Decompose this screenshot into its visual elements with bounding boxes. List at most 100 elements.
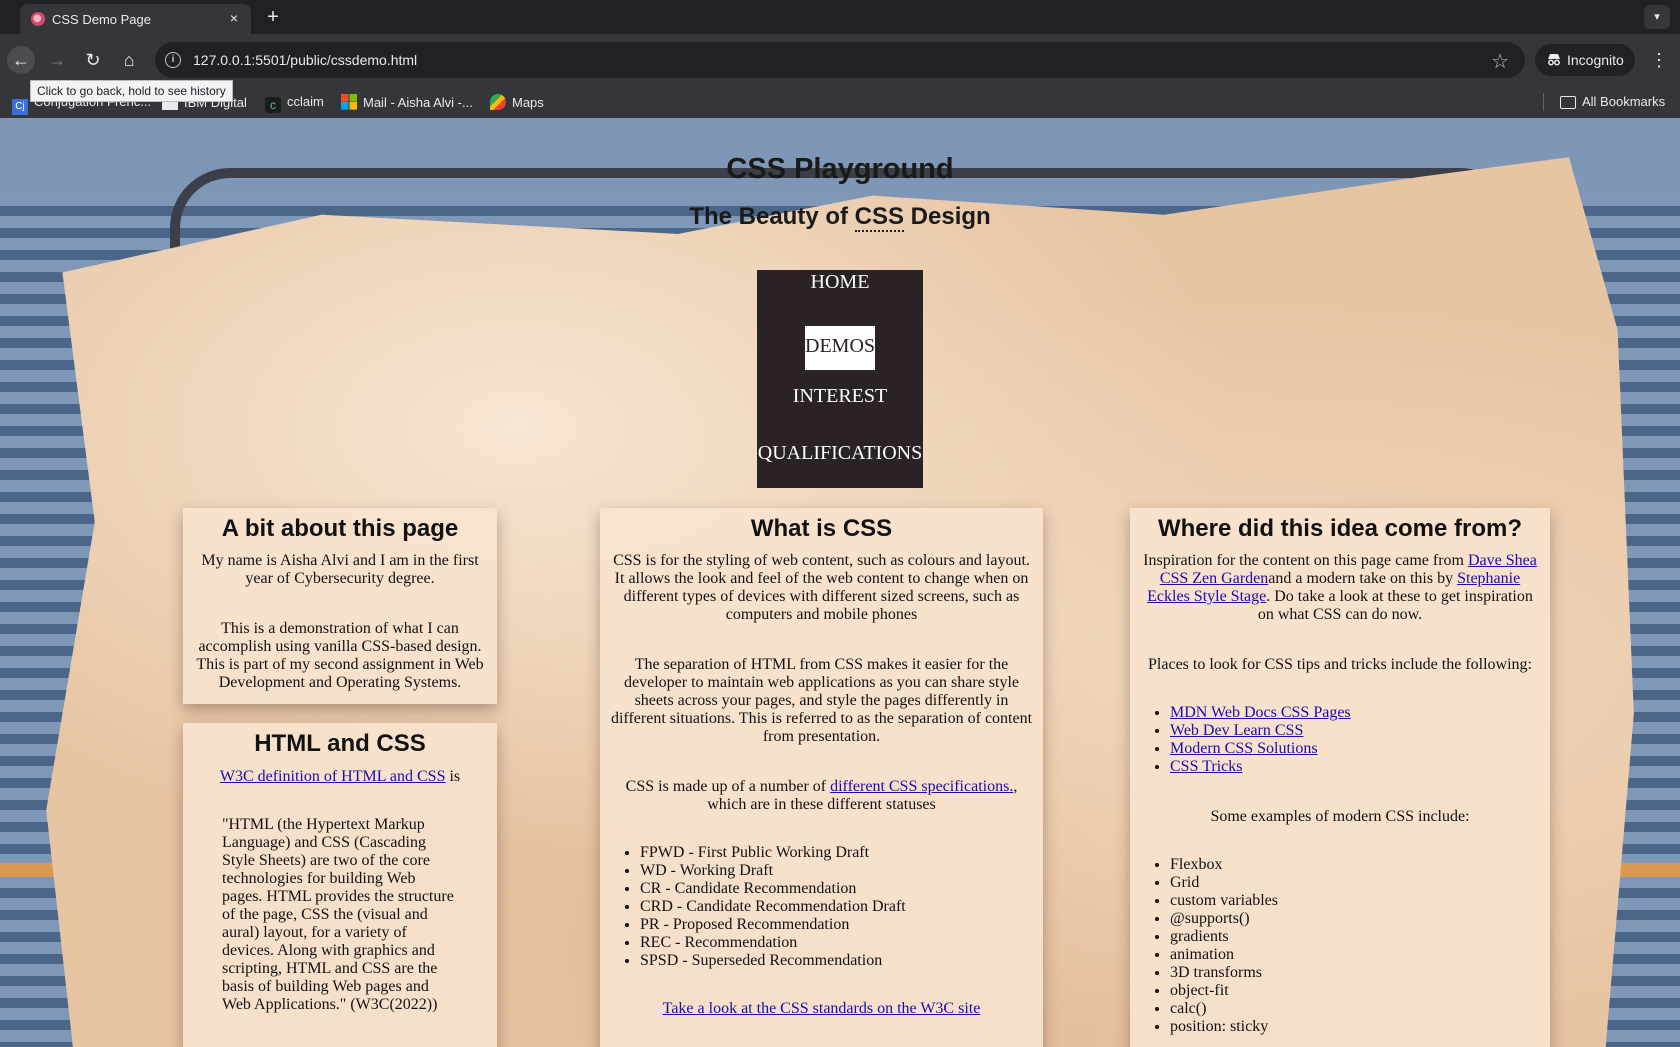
- nav-home[interactable]: HOME: [757, 270, 923, 314]
- standards-line: Take a look at the CSS standards on the …: [600, 1000, 1043, 1018]
- html-css-heading: HTML and CSS: [254, 730, 426, 757]
- list-item: SPSD - Superseded Recommendation: [640, 952, 1043, 970]
- browser-toolbar: ← → ↻ ⌂ i 127.0.0.1:5501/public/cssdemo.…: [0, 34, 1680, 86]
- where-idea-card: Where did this idea come from? Inspirati…: [1130, 508, 1550, 1047]
- cj-icon: Cj: [12, 99, 28, 115]
- what-heading: What is CSS: [750, 515, 893, 542]
- page-subtitle: The Beauty of CSS Design: [0, 203, 1680, 232]
- bookmark-label: cclaim: [287, 94, 324, 109]
- list-item: WD - Working Draft: [640, 862, 1043, 880]
- list-item: Grid: [1170, 874, 1550, 892]
- tab-close-icon[interactable]: ×: [225, 9, 243, 27]
- tab-search-chevron-icon[interactable]: ▾: [1644, 5, 1670, 29]
- list-item: CSS Tricks: [1170, 758, 1550, 776]
- all-bookmarks-button[interactable]: All Bookmarks: [1560, 94, 1665, 109]
- p3-text: CSS is made up of a number of: [625, 778, 831, 795]
- nav-interest[interactable]: INTEREST: [757, 384, 923, 428]
- list-item: FPWD - First Public Working Draft: [640, 844, 1043, 862]
- subtitle-text: Design: [904, 203, 991, 230]
- address-bar[interactable]: i 127.0.0.1:5501/public/cssdemo.html ☆: [155, 42, 1525, 78]
- bookmark-cclaim[interactable]: c cclaim: [265, 94, 324, 113]
- tips-list: MDN Web Docs CSS Pages Web Dev Learn CSS…: [1170, 704, 1550, 776]
- what-paragraph-1: CSS is for the styling of web content, s…: [613, 552, 1030, 623]
- list-item: Flexbox: [1170, 856, 1550, 874]
- back-arrow-icon[interactable]: ←: [7, 46, 35, 74]
- tab-strip: CSS Demo Page × + ▾: [0, 0, 1680, 34]
- list-item: calc(): [1170, 1000, 1550, 1018]
- bookmark-star-icon[interactable]: ☆: [1491, 49, 1509, 74]
- list-item: MDN Web Docs CSS Pages: [1170, 704, 1550, 722]
- bookmark-mail[interactable]: Mail - Aisha Alvi -...: [341, 94, 473, 110]
- where-paragraph-3: Some examples of modern CSS include:: [1210, 808, 1470, 825]
- list-item: object-fit: [1170, 982, 1550, 1000]
- where-paragraph-2: Places to look for CSS tips and tricks i…: [1148, 656, 1532, 673]
- list-item: Modern CSS Solutions: [1170, 740, 1550, 758]
- html-css-card: HTML and CSS W3C definition of HTML and …: [183, 723, 497, 1047]
- url-text[interactable]: 127.0.0.1:5501/public/cssdemo.html: [193, 52, 417, 68]
- cclaim-icon: c: [265, 97, 281, 113]
- page-viewport: CSS Playground The Beauty of CSS Design …: [0, 118, 1680, 1047]
- bookmark-label: Maps: [512, 95, 544, 110]
- tab-title: CSS Demo Page: [52, 12, 151, 27]
- list-item: PR - Proposed Recommendation: [640, 916, 1043, 934]
- tip-link[interactable]: Web Dev Learn CSS: [1170, 722, 1303, 739]
- bookmark-maps[interactable]: Maps: [490, 94, 544, 110]
- w3c-definition-line: W3C definition of HTML and CSS is: [183, 768, 497, 786]
- incognito-label: Incognito: [1567, 52, 1624, 68]
- list-item: animation: [1170, 946, 1550, 964]
- page-favicon-icon: [31, 12, 45, 26]
- css-abbr: CSS: [854, 203, 905, 232]
- all-bookmarks-label: All Bookmarks: [1582, 94, 1666, 109]
- bookmark-label: Mail - Aisha Alvi -...: [363, 95, 473, 110]
- list-item: @supports(): [1170, 910, 1550, 928]
- site-nav: HOME DEMOS INTEREST QUALIFICATIONS: [757, 270, 923, 488]
- status-list: FPWD - First Public Working Draft WD - W…: [640, 844, 1043, 970]
- about-card: A bit about this page My name is Aisha A…: [183, 508, 497, 704]
- microsoft-icon: [341, 94, 357, 110]
- new-tab-button[interactable]: +: [262, 6, 284, 28]
- tip-link[interactable]: CSS Tricks: [1170, 758, 1243, 775]
- examples-list: Flexbox Grid custom variables @supports(…: [1170, 856, 1550, 1036]
- list-item: gradients: [1170, 928, 1550, 946]
- bookmarks-bar: CjConjugation Frenc... IBM Digital cccla…: [0, 86, 1680, 118]
- css-specifications-link[interactable]: different CSS specifications.: [830, 778, 1013, 795]
- bookmarks-divider: [1543, 93, 1544, 111]
- kebab-menu-icon[interactable]: ⋮: [1650, 48, 1668, 72]
- folder-icon: [1560, 96, 1576, 109]
- tip-link[interactable]: Modern CSS Solutions: [1170, 740, 1318, 757]
- back-button-tooltip: Click to go back, hold to see history: [30, 80, 233, 102]
- list-item: CRD - Candidate Recommendation Draft: [640, 898, 1043, 916]
- tip-link[interactable]: MDN Web Docs CSS Pages: [1170, 704, 1351, 721]
- p1-text: and a modern take on this by: [1268, 570, 1458, 587]
- where-heading: Where did this idea come from?: [1157, 515, 1523, 542]
- subtitle-text: The Beauty of: [689, 203, 855, 230]
- list-item: custom variables: [1170, 892, 1550, 910]
- nav-qualifications[interactable]: QUALIFICATIONS: [757, 441, 923, 485]
- nav-demos[interactable]: DEMOS: [805, 326, 875, 370]
- page-title: CSS Playground: [726, 153, 954, 185]
- about-heading: A bit about this page: [221, 515, 459, 542]
- w3c-quote: "HTML (the Hypertext Markup Language) an…: [222, 816, 454, 1013]
- site-info-icon[interactable]: i: [165, 52, 181, 68]
- list-item: Web Dev Learn CSS: [1170, 722, 1550, 740]
- list-item: position: sticky: [1170, 1018, 1550, 1036]
- forward-arrow-icon[interactable]: →: [43, 46, 71, 74]
- tab-css-demo[interactable]: CSS Demo Page ×: [20, 4, 251, 34]
- home-icon[interactable]: ⌂: [115, 46, 143, 74]
- about-paragraph-1: My name is Aisha Alvi and I am in the fi…: [201, 552, 479, 587]
- what-paragraph-3: CSS is made up of a number of different …: [600, 778, 1043, 814]
- css-standards-link[interactable]: Take a look at the CSS standards on the …: [663, 1000, 981, 1017]
- what-paragraph-2: The separation of HTML from CSS makes it…: [610, 656, 1033, 745]
- incognito-button[interactable]: Incognito: [1535, 44, 1635, 76]
- w3c-definition-link[interactable]: W3C definition of HTML and CSS: [220, 768, 446, 785]
- what-is-css-card: What is CSS CSS is for the styling of we…: [600, 508, 1043, 1047]
- link-suffix: is: [445, 768, 461, 785]
- p1-text: . Do take a look at these to get inspira…: [1257, 588, 1533, 623]
- p1-text: Inspiration for the content on this page…: [1143, 552, 1468, 569]
- list-item: 3D transforms: [1170, 964, 1550, 982]
- about-paragraph-2: This is a demonstration of what I can ac…: [196, 620, 484, 691]
- reload-icon[interactable]: ↻: [79, 46, 107, 74]
- list-item: REC - Recommendation: [640, 934, 1043, 952]
- list-item: CR - Candidate Recommendation: [640, 880, 1043, 898]
- where-paragraph-1: Inspiration for the content on this page…: [1130, 552, 1550, 624]
